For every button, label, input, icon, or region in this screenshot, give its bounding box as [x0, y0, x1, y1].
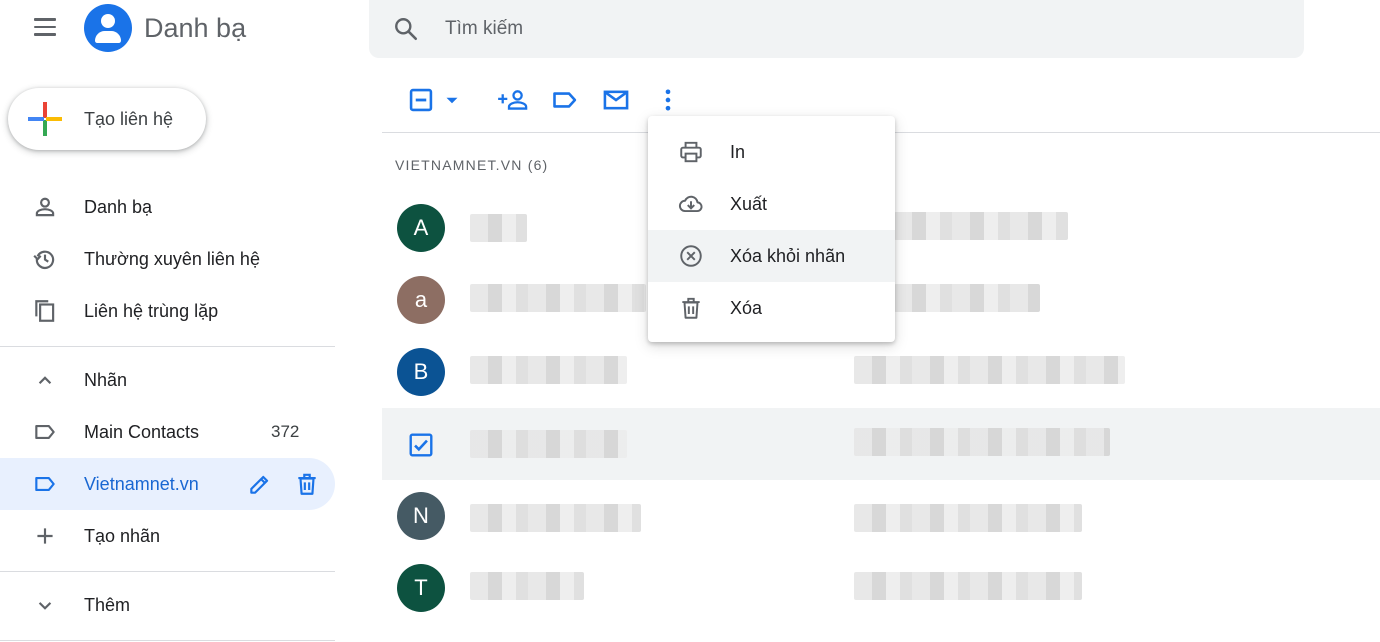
blurred-email: [854, 356, 1125, 384]
menu-item-remove-from-label[interactable]: Xóa khỏi nhãn: [648, 230, 895, 282]
sidebar-divider: [0, 640, 335, 641]
plus-multicolor-icon: [28, 102, 62, 136]
blurred-name: [470, 504, 641, 532]
contact-row[interactable]: N: [382, 480, 1380, 552]
sidebar-item-label: Danh bạ: [84, 196, 153, 217]
copy-icon: [35, 300, 55, 322]
menu-item-export[interactable]: Xuất: [648, 178, 895, 230]
blurred-email: [894, 284, 1040, 312]
plus-icon: [37, 528, 53, 544]
menu-item-label: Xóa: [730, 297, 763, 318]
select-all-checkbox-icon[interactable]: [407, 86, 435, 114]
history-icon: [33, 250, 55, 270]
chevron-down-icon: [38, 602, 52, 610]
section-title: VIETNAMNET.VN (6): [395, 157, 549, 173]
avatar[interactable]: B: [397, 348, 445, 396]
contact-row[interactable]: T: [382, 552, 1380, 624]
contact-row-selected[interactable]: [382, 408, 1380, 480]
remove-circle-icon: [680, 245, 702, 267]
contact-row[interactable]: B: [382, 336, 1380, 408]
label-icon: [35, 476, 55, 492]
avatar[interactable]: A: [397, 204, 445, 252]
more-actions-menu: In Xuất Xóa khỏi nhãn Xóa: [648, 116, 895, 342]
blurred-name: [470, 356, 627, 384]
cloud-download-icon: [678, 195, 703, 213]
menu-bar: [34, 18, 56, 21]
sidebar-item-contacts[interactable]: Danh bạ: [0, 181, 335, 233]
sidebar-item-duplicates[interactable]: Liên hệ trùng lặp: [0, 285, 335, 337]
add-person-icon[interactable]: [497, 86, 529, 114]
sidebar-item-label: Main Contacts: [84, 421, 200, 442]
create-contact-button[interactable]: Tạo liên hệ: [8, 88, 206, 150]
menu-item-label: Xóa khỏi nhãn: [730, 245, 846, 266]
blurred-name: [470, 430, 627, 458]
menu-bar: [34, 25, 56, 29]
edit-pencil-icon[interactable]: [247, 471, 273, 497]
blurred-email: [854, 428, 1110, 456]
more-vert-icon[interactable]: [654, 86, 682, 114]
menu-item-label: In: [730, 141, 746, 162]
label-count: 372: [271, 422, 300, 441]
blurred-email: [854, 504, 1082, 532]
checked-checkbox-icon[interactable]: [408, 432, 434, 458]
trash-icon[interactable]: [294, 471, 320, 497]
blurred-name: [470, 572, 584, 600]
sidebar-item-label: Liên hệ trùng lặp: [84, 300, 219, 321]
trash-icon: [682, 297, 700, 319]
sidebar-item-main-contacts[interactable]: Main Contacts 372: [0, 406, 335, 458]
labels-header: Nhãn: [84, 369, 128, 390]
blurred-name: [470, 214, 527, 242]
sidebar-item-create-label[interactable]: Tạo nhãn: [0, 510, 335, 562]
chevron-up-icon: [38, 376, 52, 385]
sidebar-item-label: Tạo nhãn: [84, 525, 161, 546]
menu-bar: [34, 33, 56, 36]
avatar[interactable]: T: [397, 564, 445, 612]
contacts-logo-icon: [84, 4, 132, 52]
sidebar-item-label: Thêm: [84, 594, 131, 615]
sidebar-divider: [0, 571, 335, 572]
caret-down-icon[interactable]: [441, 86, 463, 114]
main-menu-button[interactable]: [26, 10, 66, 44]
label-icon[interactable]: [551, 86, 579, 114]
menu-item-label: Xuất: [730, 193, 768, 214]
sidebar-item-label: Vietnamnet.vn: [84, 473, 199, 494]
create-contact-label: Tạo liên hệ: [84, 108, 174, 129]
labels-header-toggle[interactable]: Nhãn: [0, 354, 335, 406]
blurred-email: [894, 212, 1068, 240]
menu-item-delete[interactable]: Xóa: [648, 282, 895, 334]
menu-item-print[interactable]: In: [648, 126, 895, 178]
print-icon: [680, 141, 702, 163]
label-icon: [35, 424, 55, 440]
sidebar-item-more[interactable]: Thêm: [0, 579, 335, 631]
person-icon: [35, 197, 55, 217]
sidebar-divider: [0, 346, 335, 347]
search-input[interactable]: [445, 18, 1225, 40]
email-icon[interactable]: [602, 86, 630, 114]
search-bar[interactable]: [369, 0, 1304, 58]
app-title: Danh bạ: [144, 13, 247, 43]
sidebar-item-vietnamnet[interactable]: Vietnamnet.vn: [0, 458, 335, 510]
blurred-name: [470, 284, 646, 312]
blurred-email: [854, 572, 1082, 600]
avatar[interactable]: N: [397, 492, 445, 540]
avatar[interactable]: a: [397, 276, 445, 324]
search-icon[interactable]: [393, 16, 419, 42]
sidebar-item-label: Thường xuyên liên hệ: [84, 248, 260, 269]
sidebar-item-frequent[interactable]: Thường xuyên liên hệ: [0, 233, 335, 285]
